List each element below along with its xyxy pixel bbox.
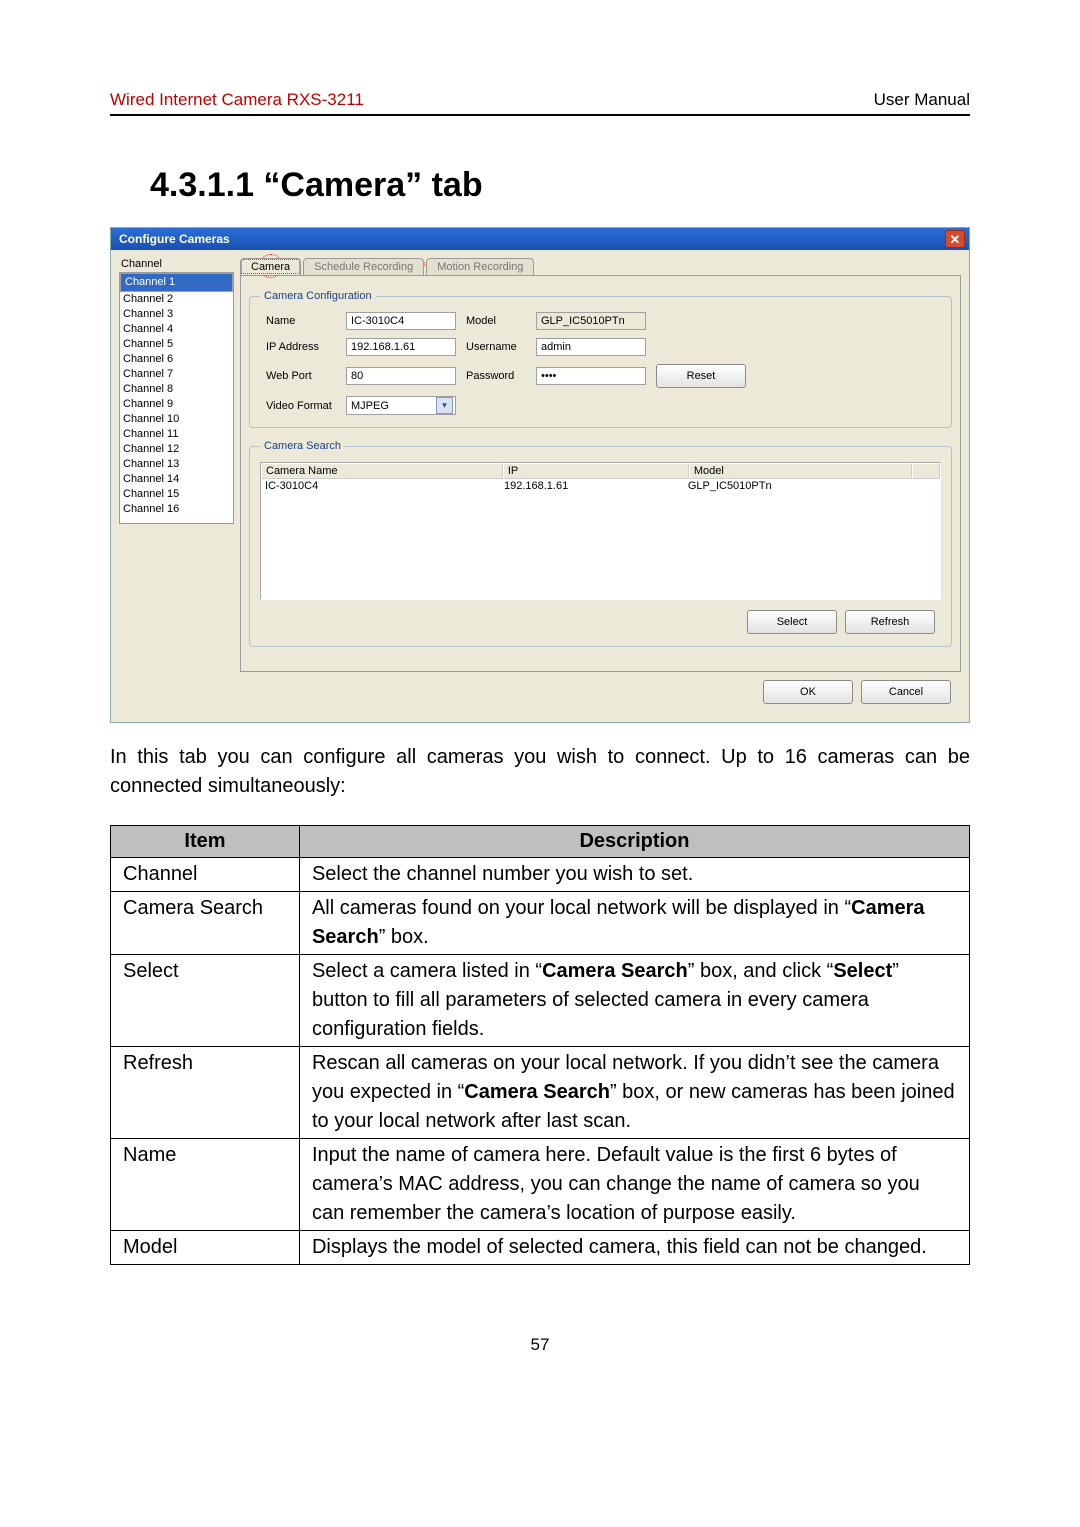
list-item[interactable]: Channel 4 <box>120 322 233 337</box>
cell-description: Displays the model of selected camera, t… <box>299 1231 969 1265</box>
list-item[interactable]: Channel 12 <box>120 442 233 457</box>
dialog-configure-cameras: Configure Cameras ✕ Channel Channel 1Cha… <box>110 227 970 723</box>
list-item[interactable]: Channel 16 <box>120 502 233 517</box>
tab-motion[interactable]: Motion Recording <box>426 258 534 275</box>
tab-schedule[interactable]: Schedule Recording <box>303 258 424 275</box>
titlebar[interactable]: Configure Cameras ✕ <box>111 228 969 250</box>
table-row: SelectSelect a camera listed in “Camera … <box>111 955 970 1047</box>
list-item[interactable]: Channel 5 <box>120 337 233 352</box>
channel-list[interactable]: Channel 1Channel 2Channel 3Channel 4Chan… <box>119 272 234 524</box>
cell-description: Select the channel number you wish to se… <box>299 858 969 892</box>
page-number: 57 <box>110 1335 970 1355</box>
list-item[interactable]: Channel 6 <box>120 352 233 367</box>
label-model: Model <box>466 315 526 327</box>
header-rule <box>110 114 970 116</box>
label-username: Username <box>466 341 526 353</box>
list-item[interactable]: Channel 13 <box>120 457 233 472</box>
list-item[interactable]: Channel 9 <box>120 397 233 412</box>
input-password[interactable]: •••• <box>536 367 646 385</box>
ok-button[interactable]: OK <box>763 680 853 704</box>
table-row: RefreshRescan all cameras on your local … <box>111 1047 970 1139</box>
select-videoformat[interactable]: MJPEG ▾ <box>346 396 456 415</box>
chevron-down-icon[interactable]: ▾ <box>436 397 453 414</box>
table-row: NameInput the name of camera here. Defau… <box>111 1139 970 1231</box>
cell-ip: 192.168.1.61 <box>504 479 688 493</box>
table-row: Camera SearchAll cameras found on your l… <box>111 892 970 955</box>
input-name[interactable]: IC-3010C4 <box>346 312 456 330</box>
channel-label: Channel <box>121 258 234 270</box>
input-ip[interactable]: 192.168.1.61 <box>346 338 456 356</box>
cell-item: Name <box>111 1139 300 1231</box>
col-spacer <box>912 463 940 479</box>
list-item[interactable]: Channel 11 <box>120 427 233 442</box>
th-description: Description <box>299 826 969 858</box>
input-model: GLP_IC5010PTn <box>536 312 646 330</box>
list-item[interactable]: Channel 7 <box>120 367 233 382</box>
list-item[interactable]: Channel 15 <box>120 487 233 502</box>
list-item[interactable]: Channel 1 <box>120 273 233 292</box>
fieldset-camera-search: Camera Search Camera Name IP Model IC-30… <box>249 440 952 647</box>
cell-item: Camera Search <box>111 892 300 955</box>
section-title: 4.3.1.1 “Camera” tab <box>150 166 970 205</box>
table-row: ModelDisplays the model of selected came… <box>111 1231 970 1265</box>
tab-camera[interactable]: Camera <box>240 258 301 275</box>
select-videoformat-value: MJPEG <box>351 400 389 412</box>
label-ip: IP Address <box>266 341 336 353</box>
refresh-button[interactable]: Refresh <box>845 610 935 634</box>
description-table: Item Description ChannelSelect the chann… <box>110 825 970 1265</box>
cell-description: Input the name of camera here. Default v… <box>299 1139 969 1231</box>
th-item: Item <box>111 826 300 858</box>
cell-description: Select a camera listed in “Camera Search… <box>299 955 969 1047</box>
legend-camera-configuration: Camera Configuration <box>260 290 376 302</box>
select-button[interactable]: Select <box>747 610 837 634</box>
col-ip[interactable]: IP <box>503 463 689 479</box>
col-camera-name[interactable]: Camera Name <box>261 463 503 479</box>
header-right: User Manual <box>874 90 970 110</box>
fieldset-camera-configuration: Camera Configuration Name IC-3010C4 Mode… <box>249 290 952 428</box>
label-webport: Web Port <box>266 370 336 382</box>
cell-item: Channel <box>111 858 300 892</box>
list-item[interactable]: Channel 2 <box>120 292 233 307</box>
list-item[interactable]: Channel 3 <box>120 307 233 322</box>
camera-search-table[interactable]: Camera Name IP Model IC-3010C4 192.168.1… <box>260 462 941 600</box>
table-row: ChannelSelect the channel number you wis… <box>111 858 970 892</box>
close-icon[interactable]: ✕ <box>945 230 965 248</box>
dialog-title: Configure Cameras <box>119 232 230 246</box>
table-row[interactable]: IC-3010C4 192.168.1.61 GLP_IC5010PTn <box>261 479 940 493</box>
list-item[interactable]: Channel 10 <box>120 412 233 427</box>
intro-paragraph: In this tab you can configure all camera… <box>110 743 970 801</box>
list-item[interactable]: Channel 14 <box>120 472 233 487</box>
label-password: Password <box>466 370 526 382</box>
cell-item: Select <box>111 955 300 1047</box>
cell-item: Refresh <box>111 1047 300 1139</box>
cell-description: Rescan all cameras on your local network… <box>299 1047 969 1139</box>
label-name: Name <box>266 315 336 327</box>
input-webport[interactable]: 80 <box>346 367 456 385</box>
cell-camera-name: IC-3010C4 <box>265 479 504 493</box>
reset-button[interactable]: Reset <box>656 364 746 388</box>
col-model[interactable]: Model <box>689 463 912 479</box>
cancel-button[interactable]: Cancel <box>861 680 951 704</box>
cell-model: GLP_IC5010PTn <box>688 479 936 493</box>
cell-item: Model <box>111 1231 300 1265</box>
legend-camera-search: Camera Search <box>260 440 345 452</box>
header-left: Wired Internet Camera RXS-3211 <box>110 90 364 110</box>
list-item[interactable]: Channel 8 <box>120 382 233 397</box>
input-username[interactable]: admin <box>536 338 646 356</box>
label-videoformat: Video Format <box>266 400 336 412</box>
cell-description: All cameras found on your local network … <box>299 892 969 955</box>
